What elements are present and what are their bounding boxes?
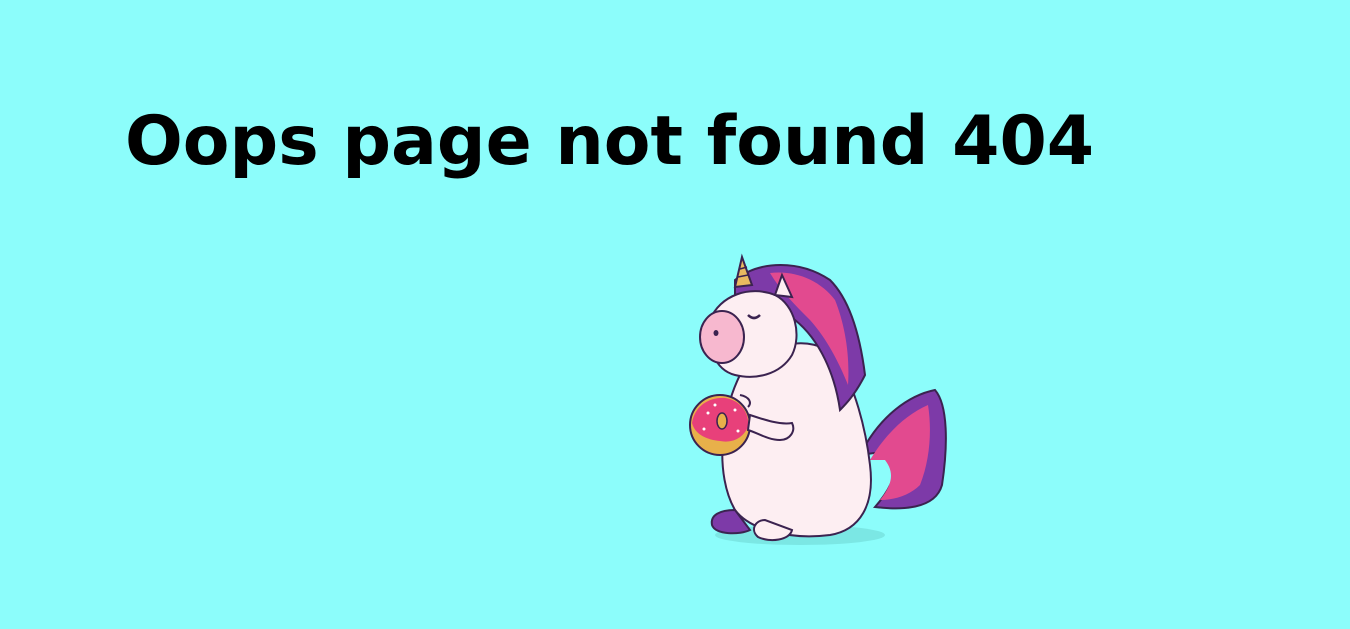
- not-found-page: Oops page not found 404: [0, 0, 1350, 629]
- unicorn-holding-donut-icon: [689, 253, 947, 545]
- page-title: Oops page not found 404: [125, 102, 1095, 181]
